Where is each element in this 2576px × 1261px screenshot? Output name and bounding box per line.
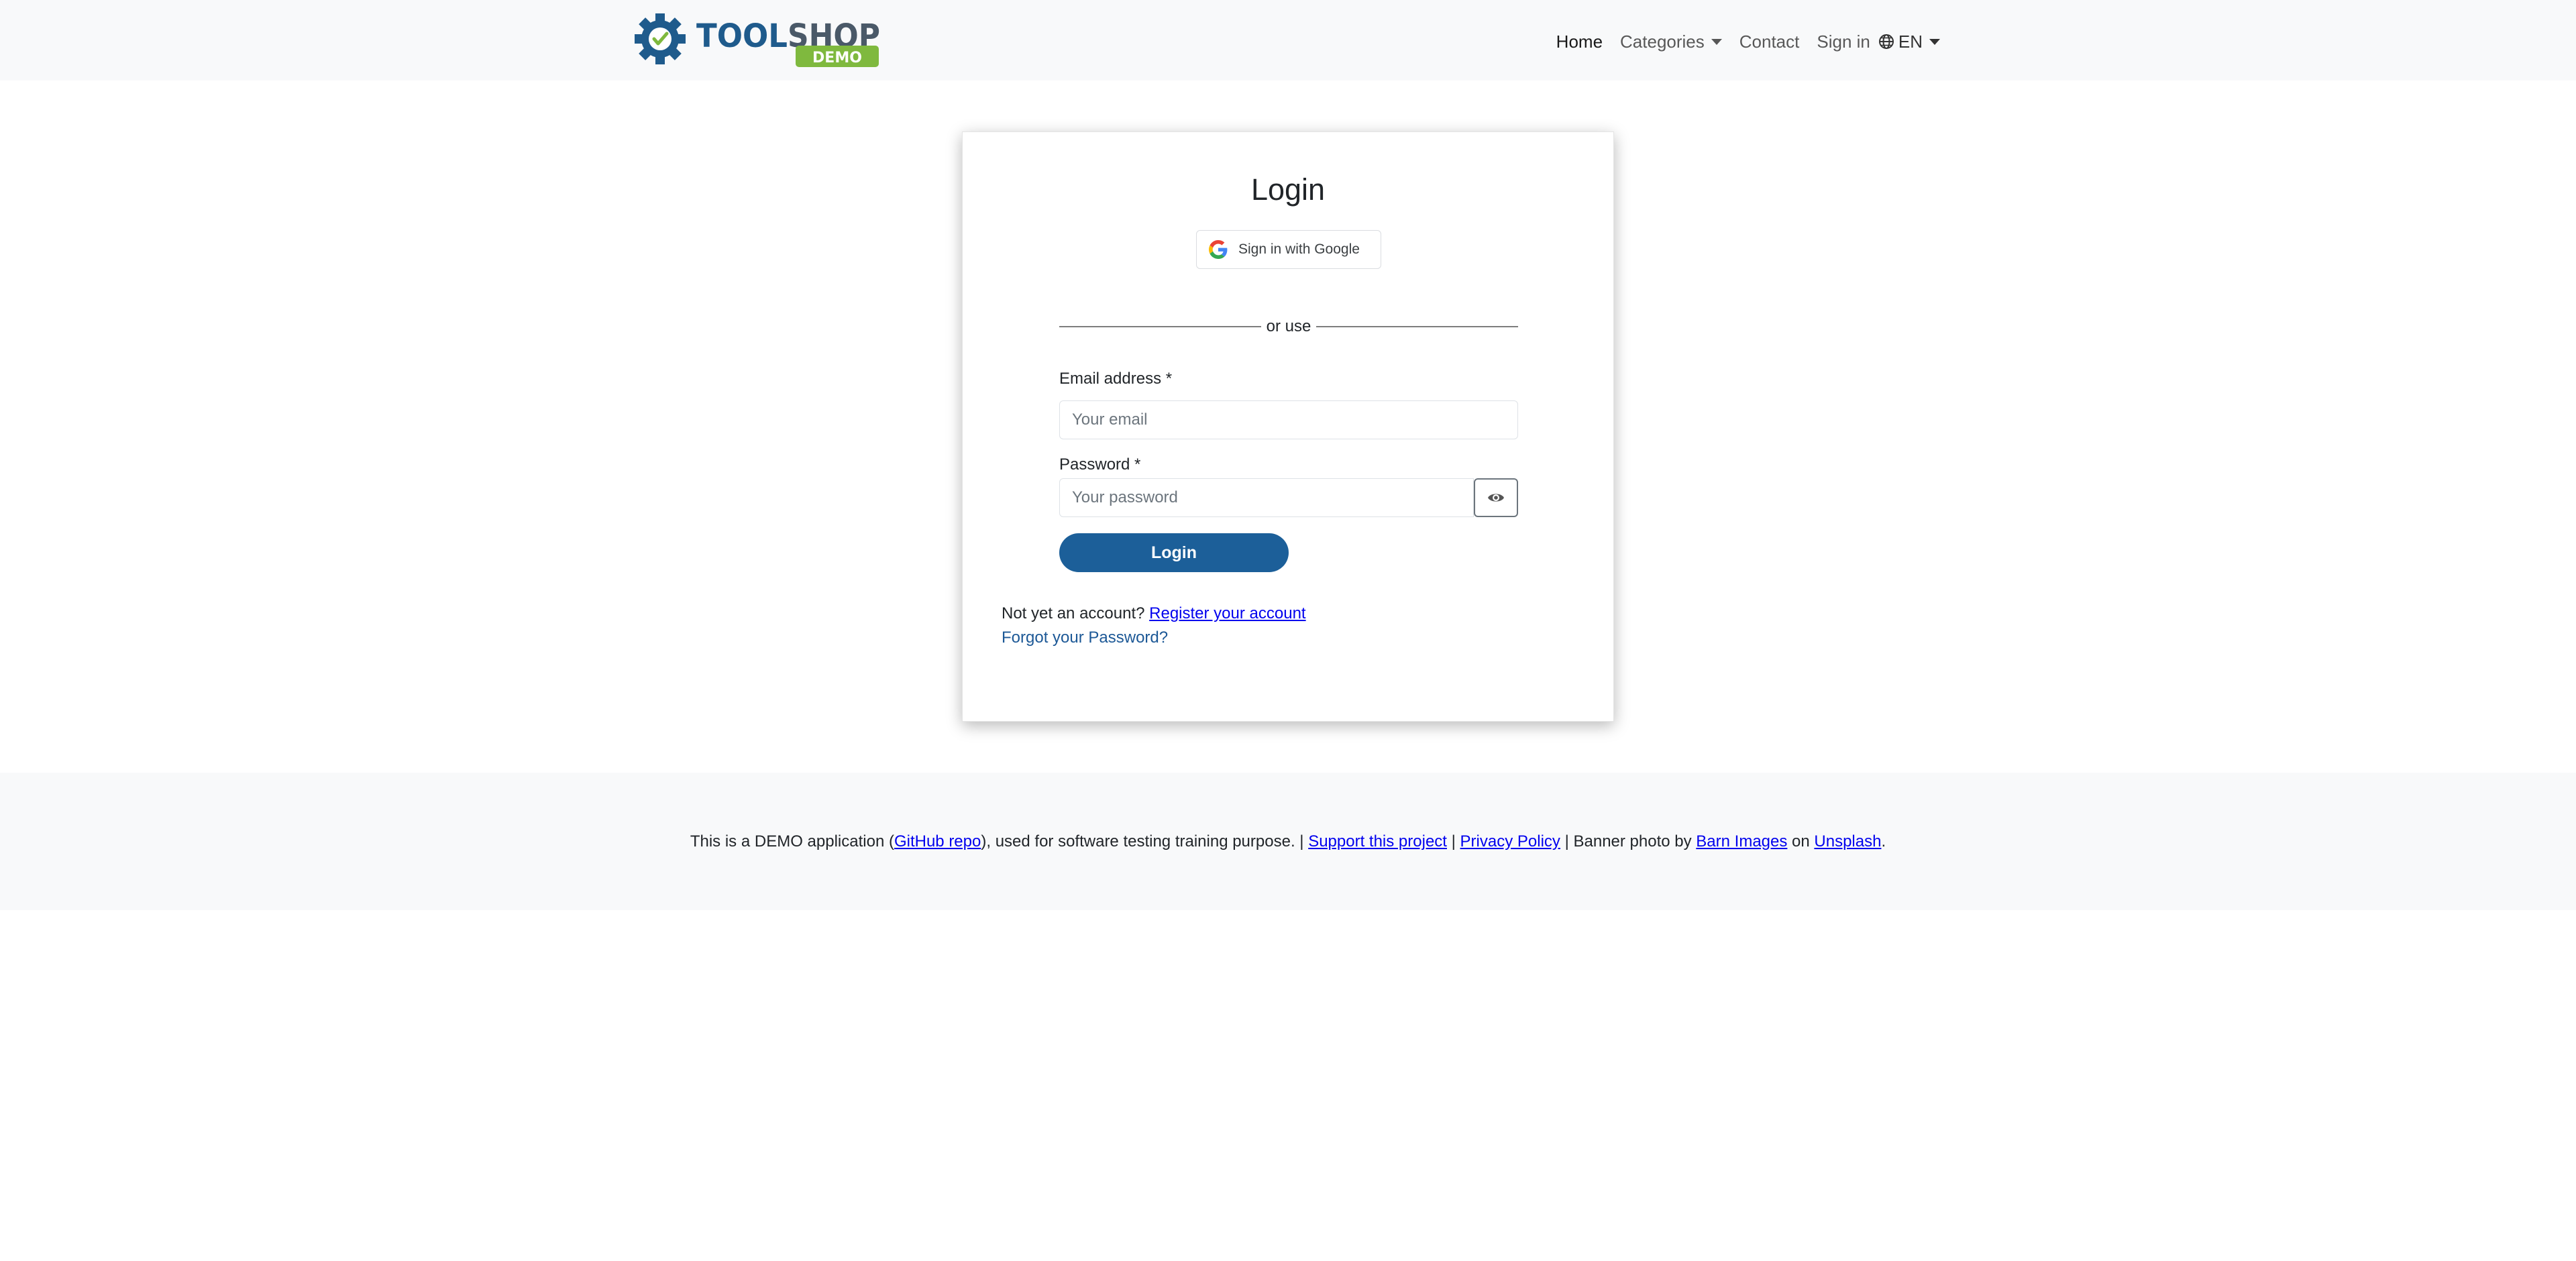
nav-sign-in[interactable]: Sign in: [1817, 32, 1870, 52]
nav-categories-label: Categories: [1620, 31, 1705, 52]
logo-text-tool: TOOL: [696, 17, 788, 55]
footer-text-part: on: [1787, 832, 1815, 851]
password-label: Password *: [1059, 455, 1141, 474]
globe-icon: [1878, 34, 1894, 49]
google-sign-in-label: Sign in with Google: [1238, 241, 1360, 257]
nav-contact[interactable]: Contact: [1739, 32, 1800, 52]
footer-separator: |: [1446, 832, 1460, 851]
unsplash-link[interactable]: Unsplash: [1814, 832, 1881, 851]
logo-badge-text: DEMO: [812, 50, 862, 66]
footer-text-part: This is a DEMO application (: [690, 832, 894, 851]
eye-icon: [1488, 494, 1504, 502]
email-field[interactable]: [1059, 400, 1518, 439]
email-label: Email address *: [1059, 370, 1173, 388]
chevron-down-icon: [1711, 38, 1722, 45]
nav-links: Home Categories Contact Sign in EN: [1556, 0, 1940, 83]
footer-text-part: .: [1881, 832, 1886, 851]
footer-text-part: | Banner photo by: [1560, 832, 1697, 851]
nav-home[interactable]: Home: [1556, 32, 1603, 52]
divider-text: or use: [1266, 317, 1311, 335]
divider-line-right: [1316, 326, 1519, 327]
support-project-link[interactable]: Support this project: [1308, 832, 1447, 851]
toggle-password-visibility-button[interactable]: [1474, 478, 1518, 517]
login-title: Login: [1250, 172, 1326, 207]
footer-text: This is a DEMO application (GitHub repo)…: [0, 773, 2576, 910]
forgot-password-link[interactable]: Forgot your Password?: [1002, 628, 1168, 647]
chevron-down-icon: [1929, 38, 1940, 45]
login-submit-button[interactable]: Login: [1059, 533, 1289, 572]
language-dropdown[interactable]: EN: [1878, 32, 1940, 52]
google-sign-in-button[interactable]: Sign in with Google: [1196, 230, 1381, 269]
or-use-divider: or use: [1059, 313, 1519, 340]
barn-images-link[interactable]: Barn Images: [1696, 832, 1787, 851]
github-repo-link[interactable]: GitHub repo: [894, 832, 981, 851]
register-link[interactable]: Register your account: [1149, 604, 1305, 622]
password-field[interactable]: [1059, 478, 1474, 517]
toolshop-logo[interactable]: TOOL SHOP DEMO: [635, 12, 883, 68]
nav-categories-dropdown[interactable]: Categories: [1620, 32, 1722, 52]
language-label: EN: [1898, 31, 1923, 52]
no-account-text: Not yet an account?: [1002, 604, 1150, 622]
footer: This is a DEMO application (GitHub repo)…: [0, 773, 2576, 910]
google-icon: [1209, 240, 1228, 259]
register-prompt: Not yet an account? Register your accoun…: [1002, 604, 1306, 623]
privacy-policy-link[interactable]: Privacy Policy: [1460, 832, 1560, 851]
gear-icon: [635, 13, 686, 64]
login-card: Login Sign in with Google or use Email a…: [962, 131, 1614, 722]
divider-line-left: [1059, 326, 1261, 327]
footer-text-part: ), used for software testing training pu…: [981, 832, 1309, 851]
navbar: TOOL SHOP DEMO Home Categories Contact S…: [0, 0, 2576, 80]
